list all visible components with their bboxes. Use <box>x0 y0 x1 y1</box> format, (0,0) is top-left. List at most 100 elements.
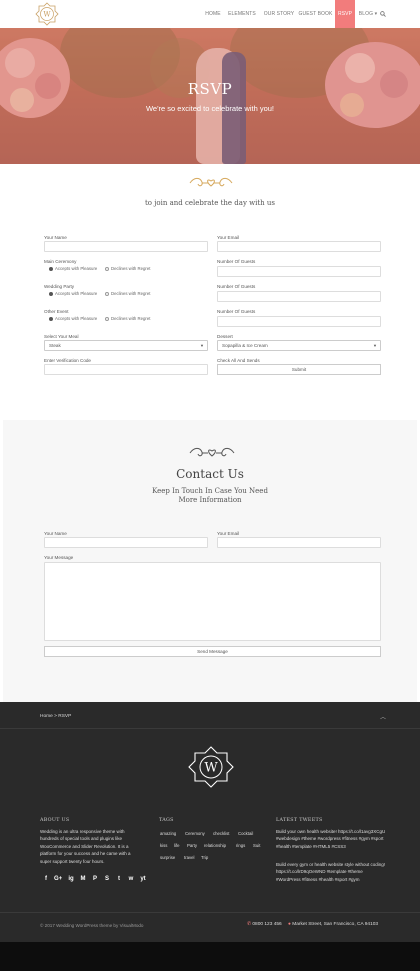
tag-amazing[interactable]: amazing <box>160 831 176 836</box>
radio-checked-icon <box>49 291 53 296</box>
accept-label: Accepts with Pleasure <box>55 266 98 271</box>
instagram-icon[interactable]: ig <box>67 876 75 882</box>
hero-title: RSVP <box>187 80 233 98</box>
main-ceremony-accept-radio[interactable]: Accepts with Pleasure <box>49 266 97 271</box>
meal-label: Select Your Meal <box>44 334 79 339</box>
logo-letter: W <box>43 11 51 19</box>
verification-input[interactable] <box>44 364 208 375</box>
radio-checked-icon <box>49 266 53 271</box>
tag-kiss[interactable]: kiss <box>160 843 167 848</box>
dessert-value: Sopapilla & Ice Cream <box>222 343 268 348</box>
footer-logo-letter: W <box>204 761 218 776</box>
email-input[interactable] <box>217 241 381 252</box>
tag-party[interactable]: Party <box>187 843 197 848</box>
other-event-label: Other Event <box>44 309 69 314</box>
chevron-up-icon[interactable]: ︿ <box>380 712 386 721</box>
tag-travel[interactable]: travel <box>184 855 195 860</box>
copyright: © 2017 Wedding WordPress theme by Visual… <box>40 923 144 928</box>
site-logo[interactable]: W <box>35 2 59 26</box>
google-plus-icon[interactable]: G+ <box>54 876 62 882</box>
ornament-icon <box>189 447 235 457</box>
search-icon[interactable] <box>380 11 386 17</box>
rsvp-tagline: to join and celebrate the day with us <box>144 199 276 207</box>
main-ceremony-decline-radio[interactable]: Declines with Regret <box>105 266 150 271</box>
radio-icon <box>105 291 109 296</box>
check-all-label: Check All And Sends <box>217 358 260 363</box>
tweet-1[interactable]: Build your own health website! https://t… <box>276 828 386 850</box>
medium-icon[interactable]: M <box>79 876 87 882</box>
nav-home[interactable]: HOME <box>202 0 224 28</box>
nav-blog[interactable]: BLOG ▾ <box>357 0 379 28</box>
chevron-down-icon: ▼ <box>200 343 204 348</box>
phone[interactable]: ✆ 0800 123 456 <box>247 922 282 927</box>
nav-elements[interactable]: ELEMENTS ▾ <box>227 0 257 45</box>
address: ● Market Street, San Francisco, CA 94103 <box>288 922 378 927</box>
guests-input-2[interactable] <box>217 291 381 302</box>
chevron-down-icon: ▾ <box>373 11 378 17</box>
guests-input-1[interactable] <box>217 266 381 277</box>
name-label: Your Name <box>44 235 67 240</box>
meal-select[interactable]: Steak ▼ <box>44 340 208 351</box>
whatsapp-icon[interactable]: w <box>127 876 135 882</box>
footer-logo: W <box>188 746 234 788</box>
pinterest-icon[interactable]: P <box>91 876 99 882</box>
about-title: ABOUT US <box>40 818 70 823</box>
chevron-down-icon: ▼ <box>373 343 377 348</box>
meal-value: Steak <box>49 343 61 348</box>
other-event-decline-radio[interactable]: Declines with Regret <box>105 316 150 321</box>
submit-button[interactable]: Submit <box>217 364 381 375</box>
breadcrumb[interactable]: Home > RSVP <box>40 714 71 719</box>
guests-label-3: Number Of Guests <box>217 309 256 314</box>
contact-name-input[interactable] <box>44 537 208 548</box>
twitter-icon[interactable]: t <box>115 876 123 882</box>
other-event-accept-radio[interactable]: Accepts with Pleasure <box>49 316 97 321</box>
wedding-party-label: Wedding Party <box>44 284 75 289</box>
tweets-title: LATEST TWEETS <box>276 818 323 823</box>
tag-cocktail[interactable]: Cocktail <box>238 831 253 836</box>
decline-label: Declines with Regret <box>111 316 151 321</box>
decline-label: Declines with Regret <box>111 266 151 271</box>
tag-ceremony[interactable]: Ceremony <box>185 831 205 836</box>
address-text: Market Street, San Francisco, CA 94103 <box>292 922 379 927</box>
radio-icon <box>105 266 109 271</box>
tag-suit[interactable]: Suit <box>253 843 260 848</box>
tag-surprise[interactable]: surprise <box>160 855 175 860</box>
skype-icon[interactable]: S <box>103 876 111 882</box>
facebook-icon[interactable]: f <box>42 876 50 882</box>
ornament-icon <box>189 177 233 187</box>
tweet-2[interactable]: Build every gym or health website style … <box>276 861 386 883</box>
contact-email-input[interactable] <box>217 537 381 548</box>
guests-label-1: Number Of Guests <box>217 259 256 264</box>
hero-subtitle: We're so excited to celebrate with you! <box>145 104 275 113</box>
send-message-button[interactable]: Send Message <box>44 646 381 657</box>
accept-label: Accepts with Pleasure <box>55 291 98 296</box>
contact-message-textarea[interactable] <box>44 562 381 641</box>
contact-name-label: Your Name <box>44 531 67 536</box>
contact-message-label: Your Message <box>44 555 74 560</box>
tags-title: TAGS <box>159 818 174 823</box>
bottom-bar <box>0 942 420 971</box>
tag-checklist[interactable]: checklist <box>213 831 229 836</box>
youtube-icon[interactable]: yt <box>139 876 147 882</box>
nav-elements-label: ELEMENTS <box>228 11 256 17</box>
nav-rsvp[interactable]: RSVP <box>335 0 355 28</box>
wedding-party-decline-radio[interactable]: Declines with Regret <box>105 291 150 296</box>
phone-number: 0800 123 456 <box>252 922 282 927</box>
nav-guest-book[interactable]: GUEST BOOK <box>298 0 333 28</box>
accept-label: Accepts with Pleasure <box>55 316 98 321</box>
radio-icon <box>105 316 109 321</box>
tag-rings[interactable]: rings <box>236 843 245 848</box>
guests-input-3[interactable] <box>217 316 381 327</box>
dessert-label: Dessert <box>217 334 233 339</box>
main-ceremony-label: Main Ceremony <box>44 259 77 264</box>
contact-email-label: Your Email <box>217 531 240 536</box>
nav-our-story[interactable]: OUR STORY <box>262 0 296 28</box>
name-input[interactable] <box>44 241 208 252</box>
dessert-select[interactable]: Sopapilla & Ice Cream ▼ <box>217 340 381 351</box>
divider <box>0 912 420 913</box>
tag-relationship[interactable]: relationship <box>204 843 226 848</box>
nav-blog-label: BLOG <box>358 11 374 17</box>
tag-trip[interactable]: Trip <box>201 855 208 860</box>
wedding-party-accept-radio[interactable]: Accepts with Pleasure <box>49 291 97 296</box>
tag-life[interactable]: life <box>174 843 180 848</box>
